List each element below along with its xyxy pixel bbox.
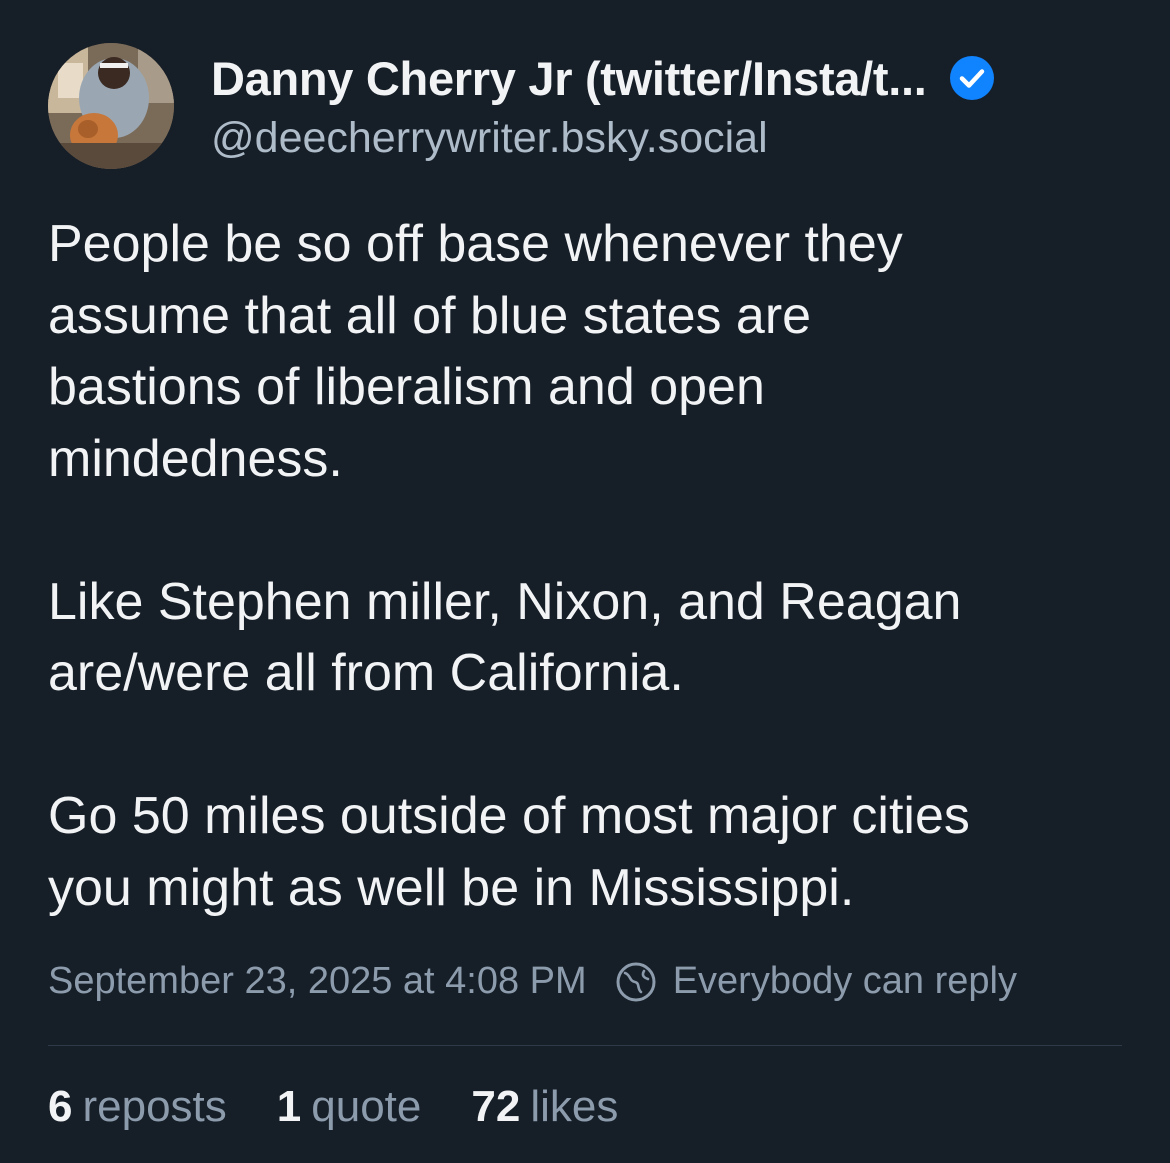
quotes-stat[interactable]: 1 quote bbox=[277, 1082, 422, 1132]
author-header: Danny Cherry Jr (twitter/Insta/t... @dee… bbox=[211, 50, 1111, 163]
post-paragraph: People be so off base whenever they assu… bbox=[48, 215, 903, 488]
likes-count: 72 bbox=[471, 1082, 521, 1131]
post-meta: September 23, 2025 at 4:08 PM Everybody … bbox=[48, 960, 1017, 1003]
author-handle[interactable]: @deecherrywriter.bsky.social bbox=[211, 114, 1111, 163]
reposts-label: reposts bbox=[82, 1082, 227, 1131]
post-paragraph: Like Stephen miller, Nixon, and Reagan a… bbox=[48, 572, 962, 703]
post-thread-view: Danny Cherry Jr (twitter/Insta/t... @dee… bbox=[0, 0, 1170, 1163]
reposts-stat[interactable]: 6 reposts bbox=[48, 1082, 227, 1132]
quotes-count: 1 bbox=[276, 1082, 302, 1131]
reply-setting-label: Everybody can reply bbox=[672, 960, 1017, 1002]
post-timestamp: September 23, 2025 at 4:08 PM bbox=[48, 960, 587, 1002]
post-paragraph: Go 50 miles outside of most major cities… bbox=[48, 787, 970, 917]
avatar-photo bbox=[48, 43, 174, 169]
avatar[interactable] bbox=[48, 43, 174, 169]
engagement-stats: 6 reposts 1 quote 72 likes bbox=[48, 1082, 668, 1132]
likes-stat[interactable]: 72 likes bbox=[471, 1082, 618, 1132]
divider bbox=[48, 1045, 1122, 1046]
reposts-count: 6 bbox=[48, 1082, 73, 1131]
quotes-label: quote bbox=[311, 1082, 422, 1131]
likes-label: likes bbox=[530, 1082, 619, 1131]
author-display-name[interactable]: Danny Cherry Jr (twitter/Insta/t... bbox=[211, 51, 927, 106]
reply-setting[interactable]: Everybody can reply bbox=[615, 960, 1017, 1003]
verified-check-icon[interactable] bbox=[949, 55, 995, 101]
globe-icon bbox=[616, 962, 656, 1001]
author-name-row: Danny Cherry Jr (twitter/Insta/t... bbox=[211, 50, 1111, 106]
post-text: People be so off base whenever they assu… bbox=[48, 209, 1128, 924]
